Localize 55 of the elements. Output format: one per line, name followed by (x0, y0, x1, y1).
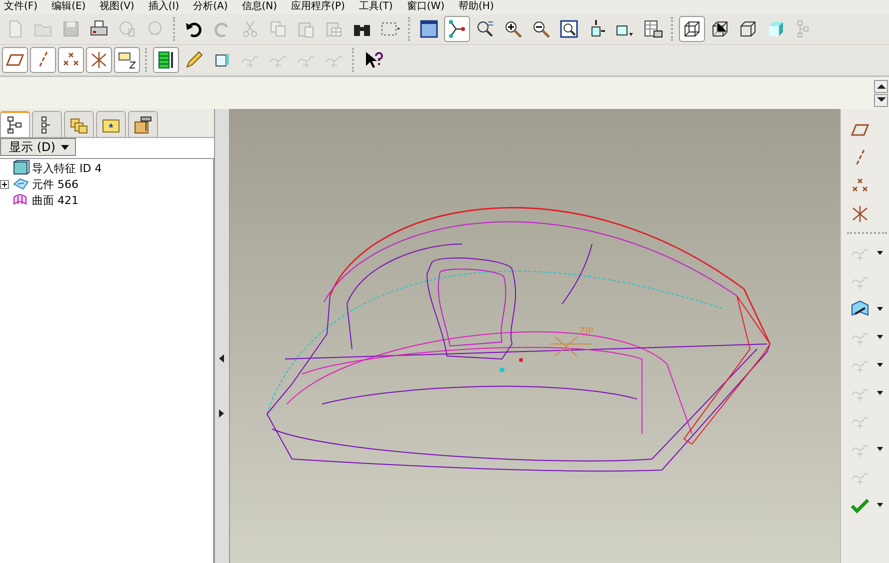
menu-item[interactable]: 信息(N) (242, 0, 278, 14)
magnifier-icon (475, 19, 495, 39)
expand-icon[interactable] (0, 180, 9, 188)
tree-item[interactable]: 元件 566 (32, 176, 78, 192)
hammer-folder-icon (133, 114, 153, 134)
part-icon (12, 176, 30, 192)
toolbar-button[interactable] (679, 16, 705, 42)
refit-icon (559, 19, 579, 39)
dropdown-caret-icon[interactable] (877, 307, 883, 311)
window-icon (419, 19, 439, 39)
shaded-cube-icon (766, 19, 786, 39)
csys-label: ZIP (579, 327, 594, 337)
menu-item[interactable]: 视图(V) (100, 0, 134, 14)
scroll-down-button[interactable] (874, 94, 888, 106)
menu-item[interactable]: 插入(I) (148, 0, 180, 14)
tree-item[interactable]: 曲面 421 (32, 192, 78, 208)
toolbar-button[interactable] (153, 47, 179, 73)
menu-item[interactable]: 分析(A) (193, 0, 228, 14)
expand-arrow-icon[interactable] (219, 409, 224, 418)
table-camera-icon (643, 19, 663, 39)
caret-icon (61, 144, 70, 150)
menu-item[interactable]: 应用程序(P) (291, 0, 345, 14)
down-arrow-icon (876, 97, 886, 103)
pencil-icon (184, 50, 204, 70)
menu-item[interactable]: 窗口(W) (406, 0, 445, 14)
cube-icon (12, 160, 30, 176)
note-icon (117, 50, 137, 70)
dropdown-caret-icon[interactable] (877, 503, 883, 507)
coordinate-system-drawing (550, 336, 592, 356)
help-cursor-icon (363, 50, 383, 70)
toolbar-button[interactable] (114, 47, 140, 73)
toolbar-button[interactable] (444, 16, 470, 42)
menu-item[interactable]: 帮助(H) (458, 0, 494, 14)
coordinate-system-icon (89, 50, 109, 70)
copy-icon (268, 19, 288, 39)
navigator-tab[interactable] (0, 111, 30, 137)
menu-item[interactable]: 工具(T) (358, 0, 393, 14)
menu-item[interactable]: 编辑(E) (52, 0, 86, 14)
cube-outline-icon (738, 19, 758, 39)
coordinate-system-icon (850, 204, 870, 224)
menu-item[interactable]: 文件(F) (4, 0, 38, 14)
tree-item[interactable]: 导入特征 ID 4 (32, 160, 102, 176)
navigator-tab[interactable] (128, 111, 158, 137)
hidden-line-cube-icon (710, 19, 730, 39)
wireframe-cube-icon (682, 19, 702, 39)
display-dropdown[interactable]: 显示 (D) (0, 138, 76, 156)
up-arrow-icon (876, 83, 886, 89)
zoom-out-icon (531, 19, 551, 39)
zoom-in-icon (503, 19, 523, 39)
node-graph-icon (447, 19, 467, 39)
scissors-icon (240, 19, 260, 39)
navigator-tab[interactable] (32, 111, 62, 137)
collapse-arrow-icon[interactable] (219, 354, 224, 363)
spool-icon (156, 50, 176, 70)
scroll-up-button[interactable] (874, 80, 888, 92)
